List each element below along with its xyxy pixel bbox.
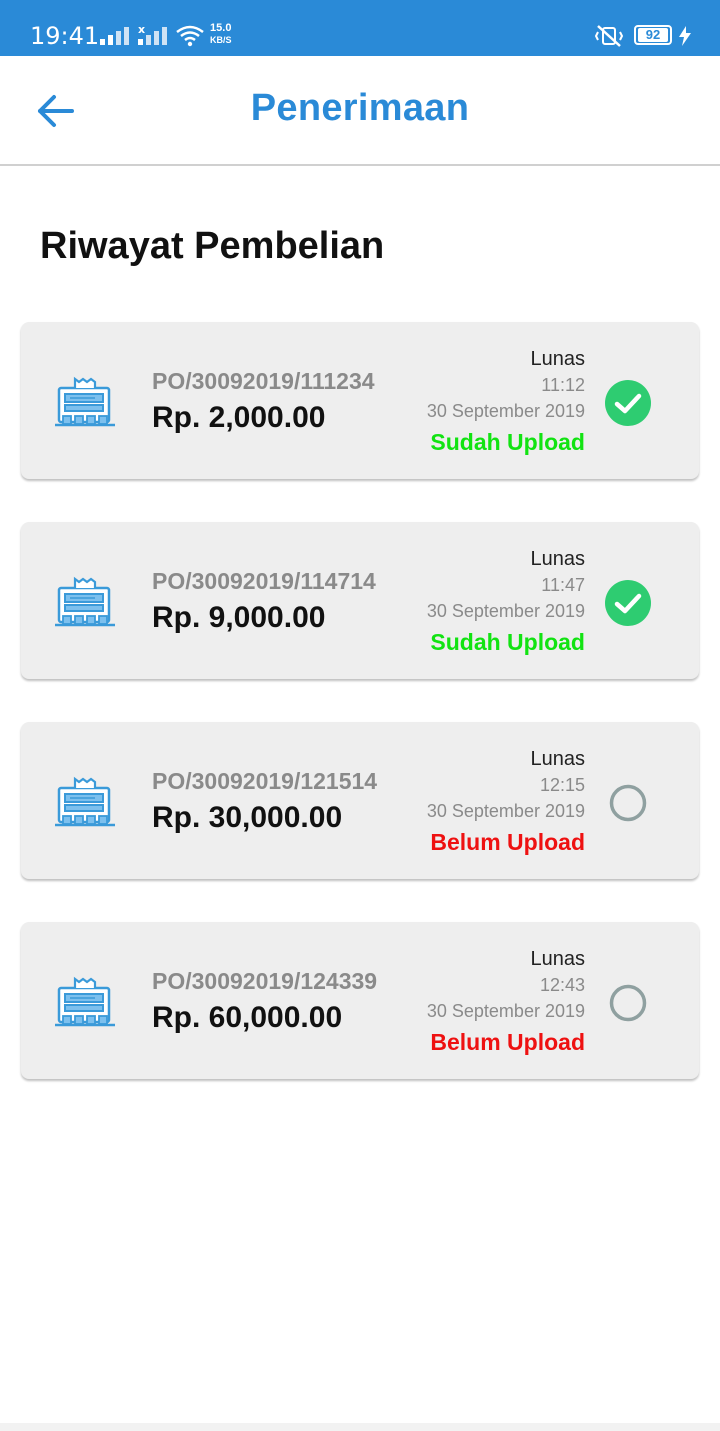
po-number: PO/30092019/111234 <box>152 368 375 394</box>
battery-icon: 92 <box>634 25 672 45</box>
vibrate-mute-icon <box>594 25 624 47</box>
status-bar: 19:41 x 15.0 KB/S 92 <box>0 0 720 56</box>
status-column: Lunas 12:15 30 September 2019 Belum Uplo… <box>427 746 585 858</box>
signal-no-service-icon: x <box>138 24 167 45</box>
po-number: PO/30092019/121514 <box>152 768 378 794</box>
upload-status: Belum Upload <box>430 829 585 855</box>
payment-status: Lunas <box>530 548 586 570</box>
payment-status: Lunas <box>530 748 586 770</box>
po-number: PO/30092019/114714 <box>152 568 376 594</box>
app-bar: Penerimaan <box>0 56 720 166</box>
check-circle-icon <box>605 380 651 426</box>
wifi-icon <box>176 25 204 47</box>
purchase-card[interactable]: PO/30092019/124339 Rp. 60,000.00 Lunas 1… <box>21 922 699 1079</box>
upload-status: Sudah Upload <box>430 629 585 655</box>
status-column: Lunas 12:43 30 September 2019 Belum Uplo… <box>427 946 585 1058</box>
upload-status: Belum Upload <box>430 1029 585 1055</box>
status-time: 19:41 <box>30 22 100 50</box>
purchase-amount: Rp. 30,000.00 <box>152 801 343 834</box>
receipt-register-icon <box>55 576 117 628</box>
purchase-card[interactable]: PO/30092019/111234 Rp. 2,000.00 Lunas 11… <box>21 322 699 479</box>
purchase-amount: Rp. 2,000.00 <box>152 401 326 434</box>
po-number: PO/30092019/124339 <box>152 968 378 994</box>
transaction-time: 12:43 <box>539 975 585 995</box>
payment-status: Lunas <box>530 948 586 970</box>
empty-circle-icon[interactable] <box>604 779 652 827</box>
purchase-amount: Rp. 9,000.00 <box>152 601 326 634</box>
check-circle-icon <box>605 580 651 626</box>
network-speed: 15.0 KB/S <box>210 23 232 46</box>
network-speed-unit: KB/S <box>210 35 232 45</box>
bottom-strip <box>0 1423 720 1431</box>
svg-text:x: x <box>138 24 145 36</box>
purchase-card[interactable]: PO/30092019/121514 Rp. 30,000.00 Lunas 1… <box>21 722 699 879</box>
status-column: Lunas 11:47 30 September 2019 Sudah Uplo… <box>427 546 585 658</box>
purchase-amount: Rp. 60,000.00 <box>152 1001 343 1034</box>
transaction-date: 30 September 2019 <box>426 401 585 421</box>
transaction-time: 11:47 <box>541 575 585 595</box>
signal-icon <box>100 27 129 45</box>
empty-circle-icon[interactable] <box>604 979 652 1027</box>
transaction-time: 11:12 <box>541 375 585 395</box>
network-speed-value: 15.0 <box>210 22 232 34</box>
battery-level: 92 <box>638 28 668 42</box>
transaction-date: 30 September 2019 <box>426 801 585 821</box>
receipt-register-icon <box>55 376 117 428</box>
payment-status: Lunas <box>530 348 586 370</box>
transaction-date: 30 September 2019 <box>426 1001 585 1021</box>
charging-icon <box>679 26 691 46</box>
upload-status: Sudah Upload <box>430 429 585 455</box>
receipt-register-icon <box>55 976 117 1028</box>
purchase-card[interactable]: PO/30092019/114714 Rp. 9,000.00 Lunas 11… <box>21 522 699 679</box>
transaction-time: 12:15 <box>539 775 585 795</box>
receipt-register-icon <box>55 776 117 828</box>
transaction-date: 30 September 2019 <box>426 601 585 621</box>
status-column: Lunas 11:12 30 September 2019 Sudah Uplo… <box>427 346 585 458</box>
section-title: Riwayat Pembelian <box>40 225 385 267</box>
page-title: Penerimaan <box>250 87 470 129</box>
